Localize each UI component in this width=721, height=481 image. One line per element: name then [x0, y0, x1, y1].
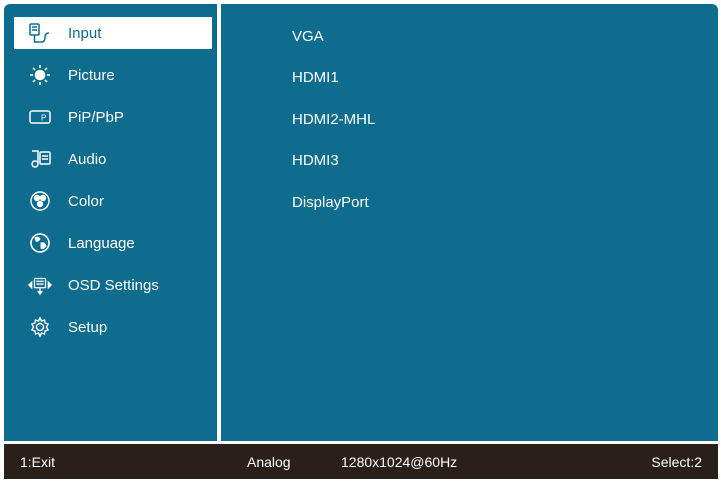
- option-hdmi1[interactable]: HDMI1: [292, 69, 339, 86]
- menu-item-color[interactable]: Color: [14, 185, 212, 217]
- menu-item-audio[interactable]: Audio: [14, 143, 212, 175]
- menu-item-label: Language: [68, 234, 135, 252]
- menu-item-language[interactable]: Language: [14, 227, 212, 259]
- status-bar: 1:Exit Analog 1280x1024@60Hz Select:2: [4, 444, 718, 479]
- globe-icon: [28, 231, 52, 255]
- menu-item-picture[interactable]: Picture: [14, 59, 212, 91]
- option-hdmi3[interactable]: HDMI3: [292, 152, 339, 169]
- menu-item-input[interactable]: Input: [14, 17, 212, 49]
- resolution-readout: 1280x1024@60Hz: [341, 454, 458, 470]
- menu-item-label: Picture: [68, 66, 115, 84]
- exit-hint: 1:Exit: [20, 454, 56, 470]
- brightness-icon: [28, 63, 52, 87]
- menu-item-label: Input: [68, 24, 102, 42]
- option-displayport[interactable]: DisplayPort: [292, 194, 369, 211]
- menu-item-label: PiP/PbP: [68, 108, 124, 126]
- color-palette-icon: [28, 189, 52, 213]
- sidebar: Input Picture P PiP/PbP Audio Color Lang…: [4, 4, 217, 441]
- osd-settings-icon: [28, 273, 52, 297]
- menu-item-label: Setup: [68, 318, 108, 336]
- menu-item-label: OSD Settings: [68, 276, 159, 294]
- menu-item-label: Color: [68, 192, 104, 210]
- osd-menu: Input Picture P PiP/PbP Audio Color Lang…: [0, 0, 721, 481]
- menu-item-osd-settings[interactable]: OSD Settings: [14, 269, 212, 301]
- option-vga[interactable]: VGA: [292, 28, 324, 45]
- menu-item-setup[interactable]: Setup: [14, 311, 212, 343]
- menu-item-pip[interactable]: P PiP/PbP: [14, 101, 212, 133]
- gear-icon: [28, 315, 52, 339]
- signal-type: Analog: [247, 454, 291, 470]
- input-icon: [28, 21, 52, 45]
- menu-item-label: Audio: [68, 150, 107, 168]
- audio-icon: [28, 147, 52, 171]
- select-hint: Select:2: [651, 454, 702, 470]
- svg-text:P: P: [41, 114, 46, 123]
- pip-icon: P: [28, 105, 52, 129]
- option-hdmi2-mhl[interactable]: HDMI2-MHL: [292, 111, 375, 128]
